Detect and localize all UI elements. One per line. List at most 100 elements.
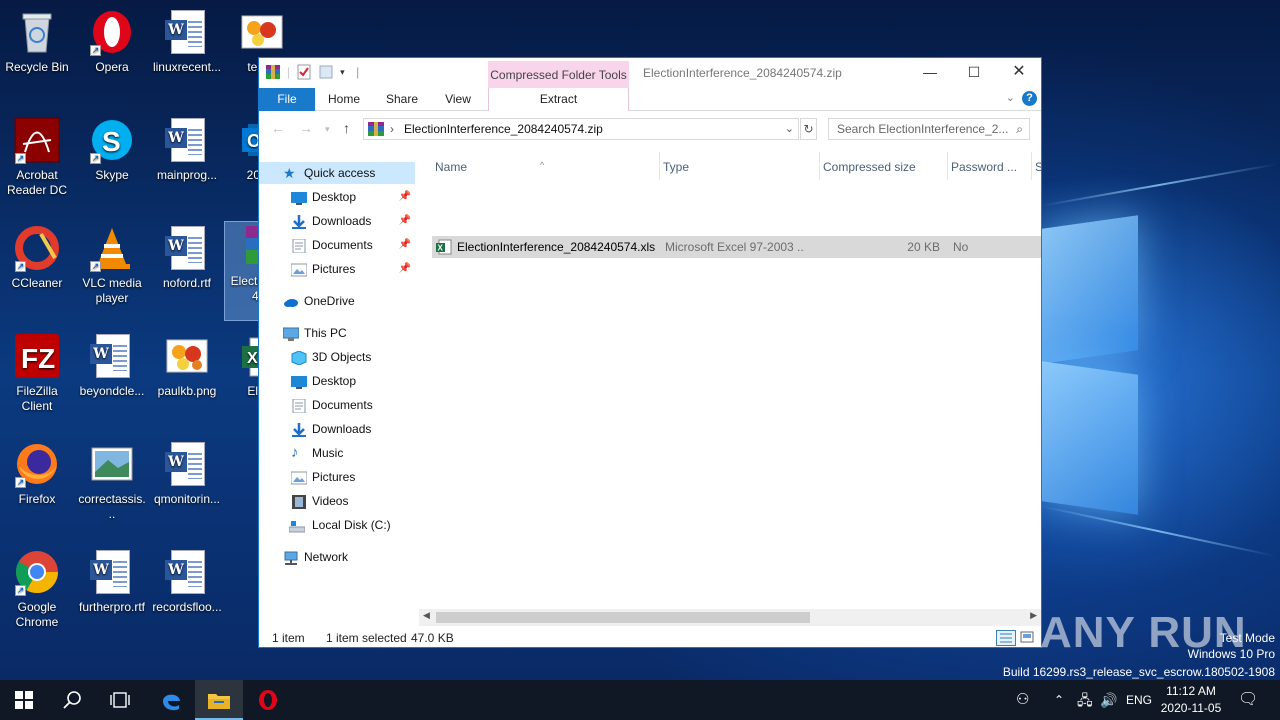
up-arrow-icon[interactable]: ↑ [343, 120, 350, 136]
nav-music[interactable]: ♪ Music [259, 442, 415, 464]
nav-videos[interactable]: Videos [259, 490, 415, 512]
scrollbar-thumb[interactable] [436, 612, 810, 623]
nav-quick-downloads[interactable]: Downloads 📌 [259, 210, 415, 232]
column-header-type[interactable]: Type [660, 152, 820, 180]
file-type: Microsoft Excel 97-2003 ... [665, 240, 805, 254]
desktop-icon-linuxrecent[interactable]: W linuxrecent... [150, 8, 224, 75]
nav-network[interactable]: Network [259, 546, 415, 568]
desktop-icon-skype[interactable]: S ↗ Skype [75, 116, 149, 183]
skype-icon: S ↗ [88, 116, 136, 164]
title-bar[interactable]: | ▾ | Compressed Folder Tools ElectionIn… [259, 58, 1041, 88]
network-tray-icon[interactable]: 🖧 [1077, 680, 1093, 720]
close-button[interactable]: ✕ [996, 58, 1042, 87]
scroll-left-icon[interactable]: ◀ [423, 610, 430, 621]
forward-arrow-icon[interactable]: → [299, 120, 313, 136]
search-icon: ⌕ [1016, 122, 1023, 136]
action-center-icon[interactable]: 🗨 [1238, 680, 1258, 720]
nav-quick-access[interactable]: ★ Quick access [259, 162, 415, 184]
column-header-compressed-size[interactable]: Compressed size [820, 152, 948, 180]
pin-icon[interactable]: 📌 [399, 234, 411, 256]
svg-text:FZ: FZ [21, 343, 55, 374]
task-view-button[interactable] [96, 680, 144, 720]
recent-locations-icon[interactable]: ▾ [325, 124, 330, 135]
desktop-icon-filezilla[interactable]: FZ FileZilla Client [0, 332, 74, 414]
minimize-button[interactable]: — [907, 58, 953, 87]
people-icon[interactable]: ⚇ [1016, 680, 1029, 720]
address-field[interactable]: › ElectionInterference_2084240574.zip ⌄ [363, 118, 799, 140]
refresh-button[interactable]: ↻ [800, 118, 817, 140]
volume-icon[interactable]: 🔊 [1100, 680, 1117, 720]
table-row[interactable]: X ElectionInterference_2084240574.xls Mi… [432, 236, 1041, 258]
nav-onedrive[interactable]: OneDrive [259, 290, 415, 312]
desktop-icon-furtherpro[interactable]: W furtherpro.rtf [75, 548, 149, 615]
pin-icon[interactable]: 📌 [399, 210, 411, 232]
desktop-icon-mainprog[interactable]: W mainprog... [150, 116, 224, 183]
back-arrow-icon[interactable]: ← [271, 120, 285, 136]
show-hidden-icons-chevron-icon[interactable]: ⌃ [1054, 680, 1064, 720]
search-input[interactable]: Search ElectionInterference_2... ⌕ [828, 118, 1030, 140]
pin-icon[interactable]: 📌 [399, 186, 411, 208]
horizontal-scrollbar[interactable]: ◀ ▶ [419, 609, 1041, 626]
tab-view[interactable]: View [439, 88, 477, 111]
pin-icon[interactable]: 📌 [399, 258, 411, 280]
ribbon-tabs: File Home Share View Extract ⌄ ? [259, 88, 1041, 111]
windows-start-icon [15, 691, 33, 709]
desktop-icon-qmonitorin[interactable]: W qmonitorin... [150, 440, 224, 507]
nav-pictures[interactable]: Pictures [259, 466, 415, 488]
large-icons-view-icon[interactable] [1018, 630, 1038, 646]
breadcrumb[interactable]: ElectionInterference_2084240574.zip [404, 119, 603, 139]
nav-quick-desktop[interactable]: Desktop 📌 [259, 186, 415, 208]
desktop-icon-beyondcle[interactable]: W beyondcle... [75, 332, 149, 399]
maximize-button[interactable]: ☐ [951, 58, 997, 87]
nav-local-disk[interactable]: Local Disk (C:) [259, 514, 415, 536]
desktop-icon-opera[interactable]: ↗ Opera [75, 8, 149, 75]
desktop-icon-noford[interactable]: W noford.rtf [150, 224, 224, 291]
new-folder-icon[interactable] [318, 64, 334, 80]
nav-quick-pictures[interactable]: Pictures 📌 [259, 258, 415, 280]
nav-this-pc[interactable]: This PC [259, 322, 415, 344]
desktop-icon-recycle-bin[interactable]: Recycle Bin [0, 8, 74, 75]
desktop-icon-vlc[interactable]: ↗ VLC media player [75, 224, 149, 306]
address-dropdown-icon[interactable]: ⌄ [785, 119, 794, 139]
start-button[interactable] [0, 680, 48, 720]
language-indicator[interactable]: ENG [1126, 680, 1152, 720]
tab-home[interactable]: Home [323, 88, 365, 111]
column-header-name[interactable]: Name ^ [432, 152, 660, 180]
desktop-icon-correctassis[interactable]: correctassis... [75, 440, 149, 522]
test-mode-label: Test Mode [1219, 631, 1275, 645]
nav-desktop[interactable]: Desktop [259, 370, 415, 392]
opera-taskbar-button[interactable] [244, 680, 292, 720]
nav-quick-documents[interactable]: Documents 📌 [259, 234, 415, 256]
search-taskbar-button[interactable] [48, 680, 96, 720]
nav-3d-objects[interactable]: 3D Objects [259, 346, 415, 368]
tab-extract[interactable]: Extract [488, 88, 629, 111]
details-view-icon[interactable] [996, 630, 1016, 646]
desktop-icon-paulkb[interactable]: paulkb.png [150, 332, 224, 399]
desktop-icon-ccleaner[interactable]: ↗ CCleaner [0, 224, 74, 291]
status-size: 47.0 KB [411, 631, 454, 645]
edge-taskbar-button[interactable] [147, 680, 195, 720]
desktop-icon-recordsfloo[interactable]: W recordsfloo... [150, 548, 224, 615]
desktop-icon-firefox[interactable]: ↗ Firefox [0, 440, 74, 507]
expand-ribbon-icon[interactable]: ⌄ [1006, 91, 1015, 104]
status-bar: 1 item 1 item selected 47.0 KB [259, 628, 1041, 648]
tab-file[interactable]: File [259, 88, 315, 111]
desktop-icon-chrome[interactable]: ↗ Google Chrome [0, 548, 74, 630]
clock-time: 11:12 AM [1166, 684, 1216, 698]
image-file-icon [238, 8, 286, 56]
column-header-password[interactable]: Password ... [948, 152, 1032, 180]
film-icon [291, 494, 307, 509]
file-explorer-taskbar-button[interactable] [195, 680, 243, 720]
properties-icon[interactable] [296, 64, 312, 80]
nav-documents[interactable]: Documents [259, 394, 415, 416]
help-icon[interactable]: ? [1022, 91, 1037, 106]
qat-dropdown-icon[interactable]: ▾ [340, 64, 350, 80]
column-header-size[interactable]: Si [1032, 152, 1041, 180]
edge-icon [163, 694, 180, 711]
tab-share[interactable]: Share [381, 88, 423, 111]
desktop-icon-acrobat[interactable]: ↗ Acrobat Reader DC [0, 116, 74, 198]
scroll-right-icon[interactable]: ▶ [1030, 610, 1037, 621]
star-icon: ★ [283, 165, 296, 181]
clock[interactable]: 11:12 AM 2020-11-05 [1156, 683, 1226, 717]
nav-downloads[interactable]: Downloads [259, 418, 415, 440]
